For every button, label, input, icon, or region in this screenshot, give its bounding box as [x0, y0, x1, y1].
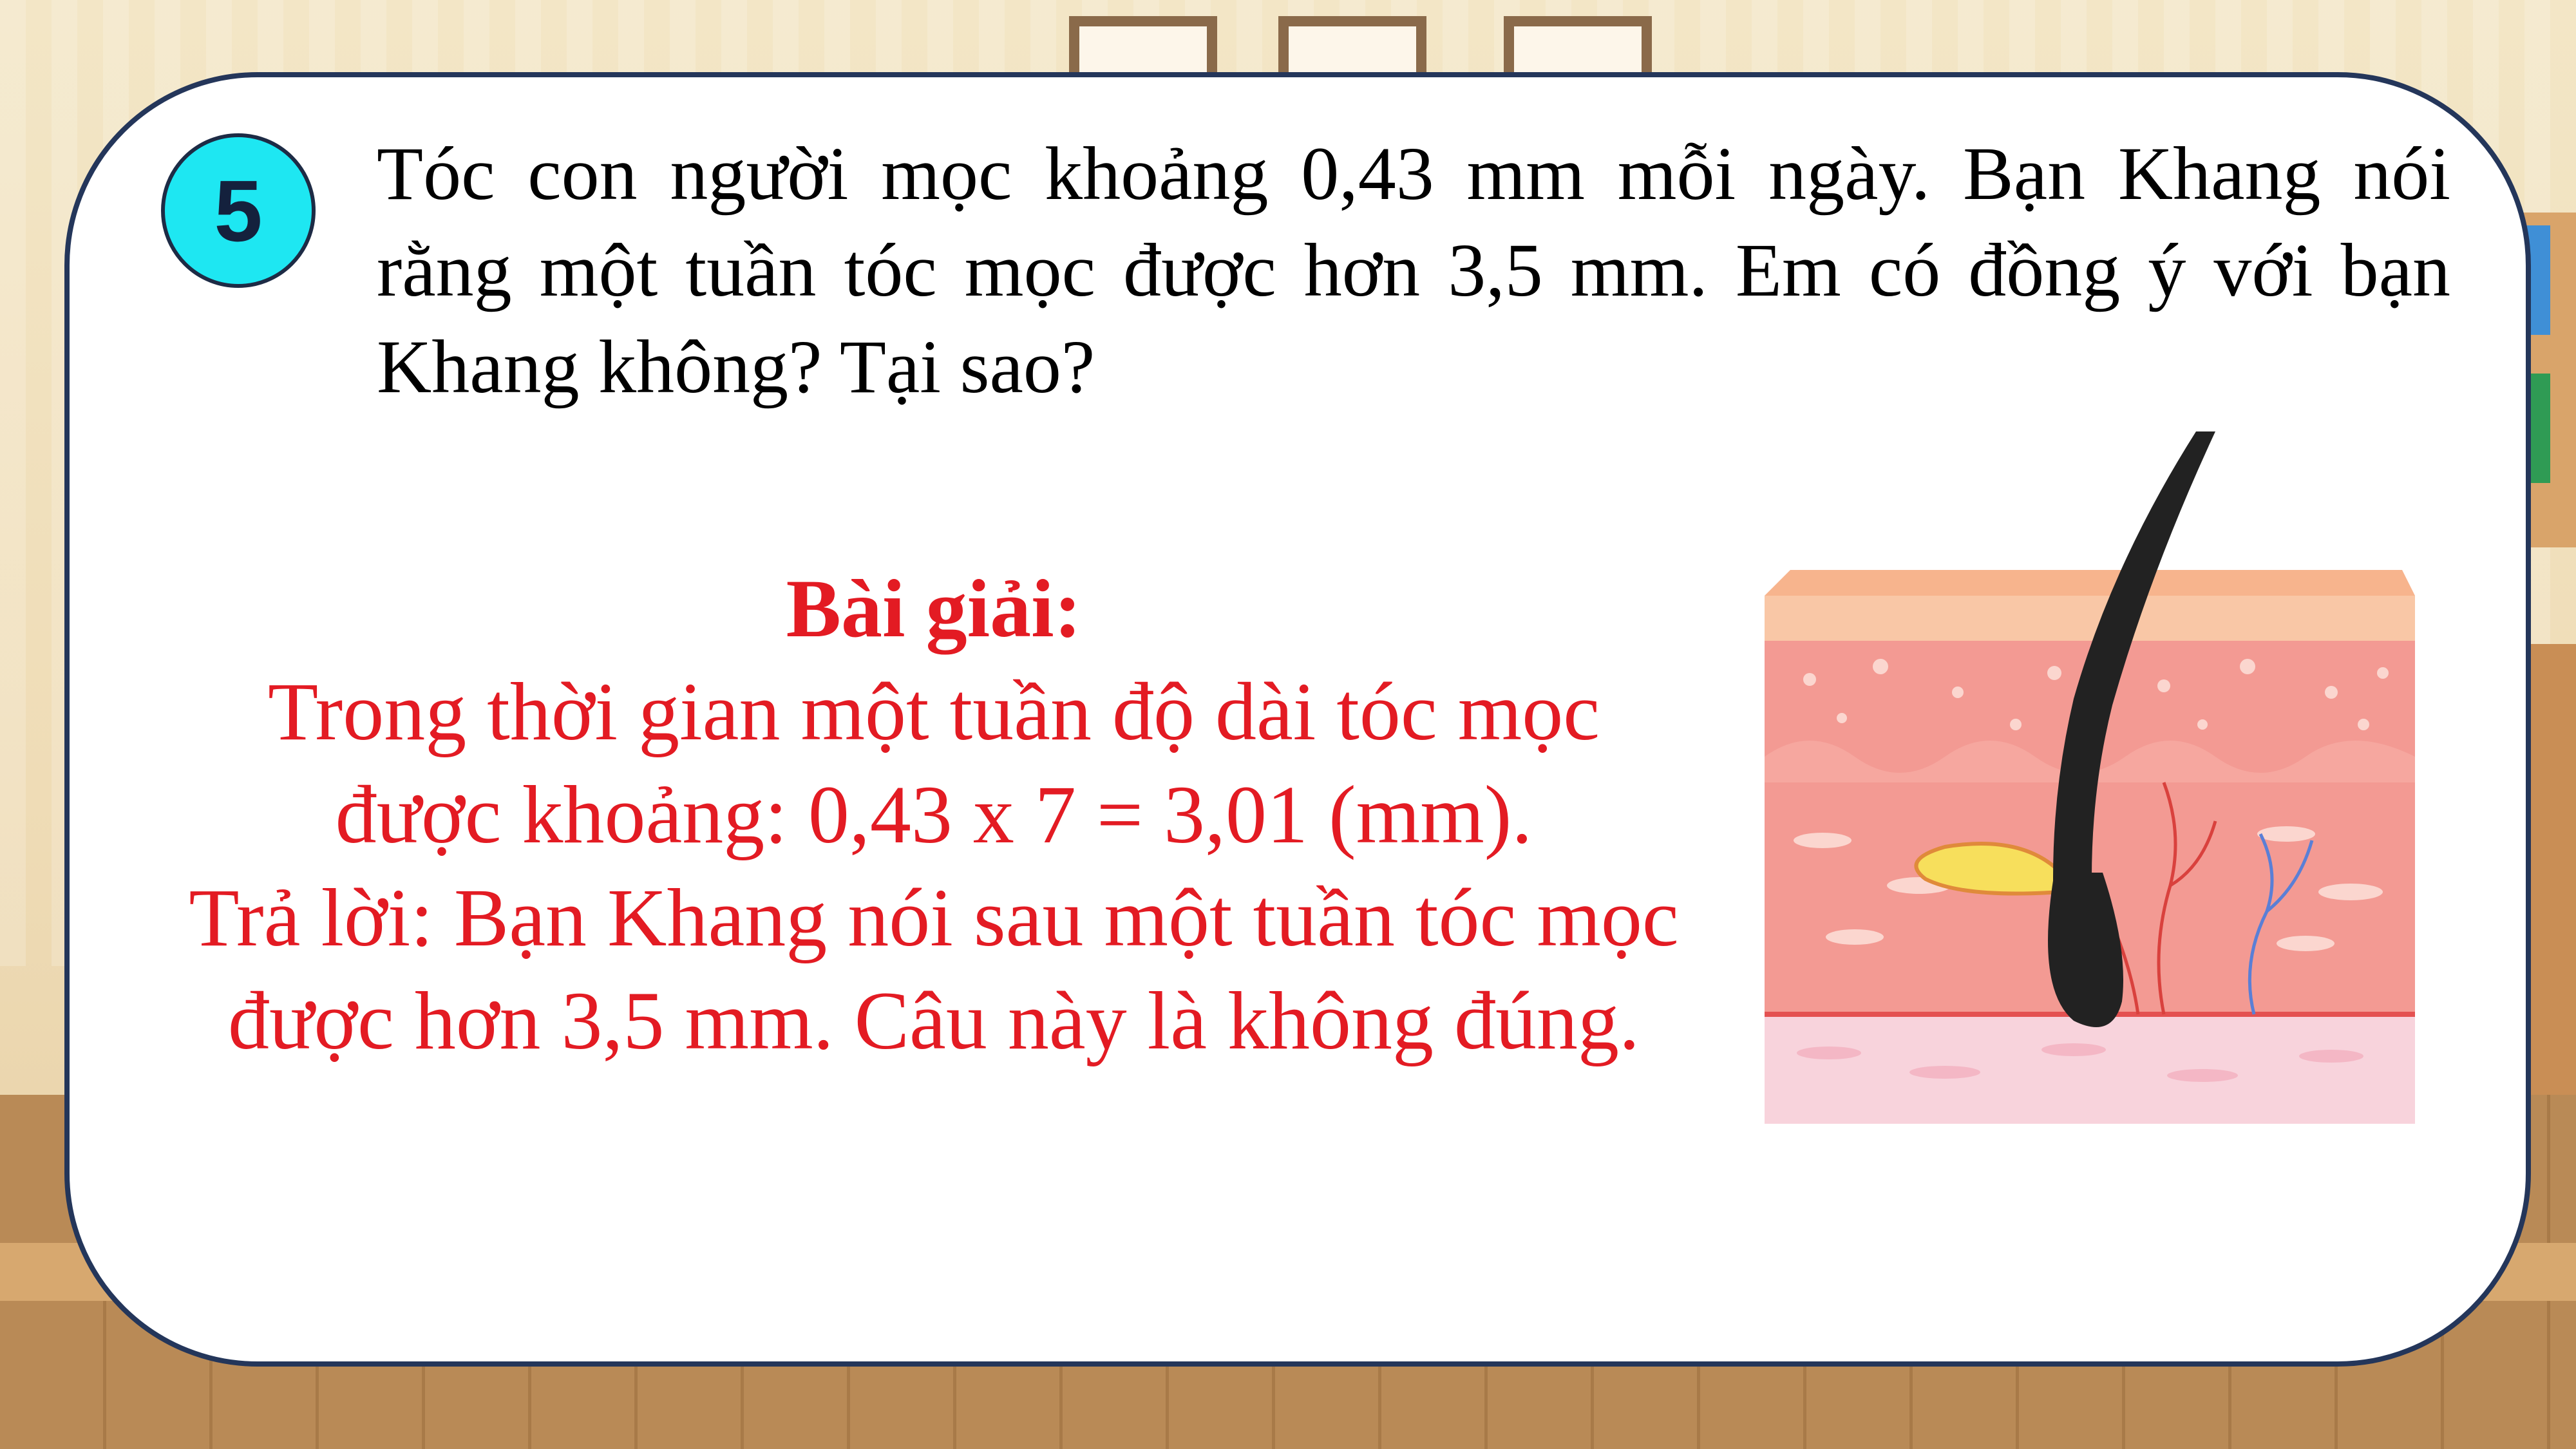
answer-line: Trả lời: Bạn Khang nói sau một tuần tóc … — [189, 872, 1679, 963]
solution-line: được khoảng: 0,43 x 7 = 3,01 (mm). — [335, 769, 1533, 860]
solution-line: Trong thời gian một tuần độ dài tóc mọc — [267, 666, 1600, 757]
solution-block: Bài giải: Trong thời gian một tuần độ dà… — [109, 557, 1758, 1072]
solution-title: Bài giải: — [786, 563, 1082, 654]
epidermis-layer — [1765, 596, 2415, 641]
problem-number-badge: 5 — [161, 133, 316, 288]
answer-line: được hơn 3,5 mm. Câu này là không đúng. — [227, 975, 1640, 1066]
hair-follicle-skin-cross-section-icon — [1765, 431, 2415, 1124]
subcutaneous-layer — [1765, 1014, 2415, 1124]
problem-question: Tóc con người mọc khoảng 0,43 mm mỗi ngà… — [377, 131, 2450, 409]
skin-surface — [1765, 570, 2415, 596]
